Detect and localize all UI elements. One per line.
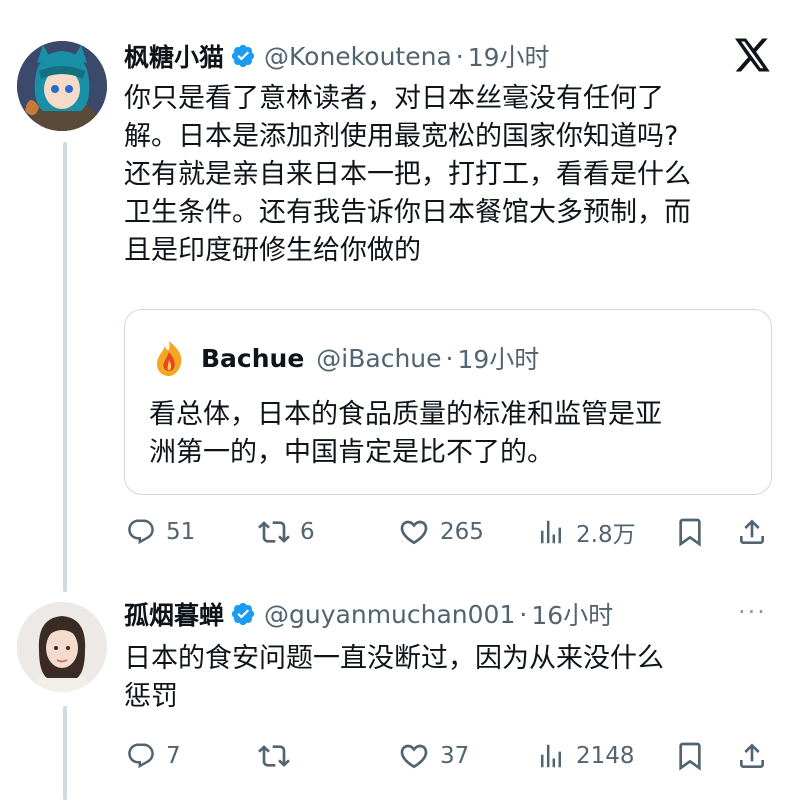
share-button[interactable] bbox=[736, 740, 768, 772]
timestamp[interactable]: 19小时 bbox=[468, 38, 550, 74]
tweet-line: 日本的食安问题一直没断过，因为从来没什么 bbox=[124, 643, 664, 674]
like-button[interactable]: 37 bbox=[398, 740, 469, 772]
tweet-line: 还有就是亲自来日本一把，打打工，看看是什么 bbox=[124, 159, 691, 190]
retweet-button[interactable]: 6 bbox=[258, 516, 315, 548]
retweet-icon bbox=[258, 740, 290, 772]
share-icon bbox=[736, 740, 768, 772]
reply-icon bbox=[126, 517, 156, 547]
quote-timestamp: 19小时 bbox=[457, 345, 540, 374]
bookmark-icon bbox=[674, 516, 706, 548]
retweet-count: 6 bbox=[300, 519, 315, 545]
quote-line: 洲第一的，中国肯定是比不了的。 bbox=[149, 437, 554, 468]
like-count: 37 bbox=[440, 743, 470, 769]
like-icon bbox=[398, 516, 430, 548]
verified-badge-icon bbox=[230, 601, 256, 627]
quote-line: 看总体，日本的食品质量的标准和监管是亚 bbox=[149, 399, 662, 430]
reply-button[interactable]: 51 bbox=[126, 516, 195, 548]
handle[interactable]: @Konekoutena bbox=[264, 42, 452, 71]
share-icon bbox=[736, 516, 768, 548]
separator: · bbox=[519, 599, 528, 629]
tweet-header: 枫糖小猫 @Konekoutena · 19小时 bbox=[124, 38, 550, 74]
views-icon bbox=[536, 517, 566, 547]
reply-icon bbox=[126, 741, 156, 771]
thread-line-bottom bbox=[63, 706, 67, 800]
separator: · bbox=[445, 343, 454, 373]
bookmark-button[interactable] bbox=[674, 516, 706, 548]
tweet-line: 你只是看了意林读者，对日本丝毫没有任何了 bbox=[124, 83, 664, 114]
quoted-tweet[interactable]: Bachue @iBachue · 19小时 看总体，日本的食品质量的标准和监管… bbox=[124, 309, 772, 495]
views-count: 2.8万 bbox=[576, 522, 636, 548]
like-count: 265 bbox=[440, 519, 484, 545]
reply-count: 7 bbox=[166, 743, 181, 769]
tweet-text: 日本的食安问题一直没断过，因为从来没什么 惩罚 bbox=[124, 640, 664, 716]
tweet-line: 卫生条件。还有我告诉你日本餐馆大多预制，而 bbox=[124, 197, 691, 228]
quote-display-name: Bachue bbox=[201, 343, 305, 373]
quote-handle: @iBachue bbox=[316, 343, 442, 373]
retweet-button[interactable] bbox=[258, 740, 290, 772]
tweet-header: 孤烟暮蝉 @guyanmuchan001 · 16小时 bbox=[124, 596, 613, 632]
reply-button[interactable]: 7 bbox=[126, 740, 181, 772]
quote-avatar bbox=[149, 338, 189, 378]
thread-line bbox=[63, 142, 67, 592]
x-logo-icon[interactable] bbox=[735, 38, 771, 76]
retweet-icon bbox=[258, 516, 290, 548]
bookmark-button[interactable] bbox=[674, 740, 706, 772]
more-icon[interactable]: ··· bbox=[738, 598, 767, 626]
reply-count: 51 bbox=[166, 519, 196, 545]
like-button[interactable]: 265 bbox=[398, 516, 484, 548]
quote-header: Bachue @iBachue · 19小时 bbox=[201, 338, 539, 378]
verified-badge-icon bbox=[230, 43, 256, 69]
views-count: 2148 bbox=[576, 743, 635, 769]
avatar[interactable] bbox=[17, 41, 107, 131]
display-name[interactable]: 枫糖小猫 bbox=[124, 38, 224, 74]
display-name[interactable]: 孤烟暮蝉 bbox=[124, 596, 224, 632]
views-button[interactable]: 2148 bbox=[536, 740, 635, 772]
handle[interactable]: @guyanmuchan001 bbox=[264, 600, 515, 629]
like-icon bbox=[398, 740, 430, 772]
views-button[interactable]: 2.8万 bbox=[536, 516, 636, 548]
tweet-text: 你只是看了意林读者，对日本丝毫没有任何了 解。日本是添加剂使用最宽松的国家你知道… bbox=[124, 80, 691, 270]
tweet-line: 且是印度研修生给你做的 bbox=[124, 235, 421, 266]
avatar[interactable] bbox=[17, 602, 107, 692]
tweet-line: 解。日本是添加剂使用最宽松的国家你知道吗? bbox=[124, 121, 679, 152]
bookmark-icon bbox=[674, 740, 706, 772]
views-icon bbox=[536, 741, 566, 771]
timestamp[interactable]: 16小时 bbox=[531, 596, 613, 632]
share-button[interactable] bbox=[736, 516, 768, 548]
tweet-line: 惩罚 bbox=[124, 681, 178, 712]
separator: · bbox=[455, 41, 464, 71]
quote-text: 看总体，日本的食品质量的标准和监管是亚 洲第一的，中国肯定是比不了的。 bbox=[149, 396, 662, 472]
